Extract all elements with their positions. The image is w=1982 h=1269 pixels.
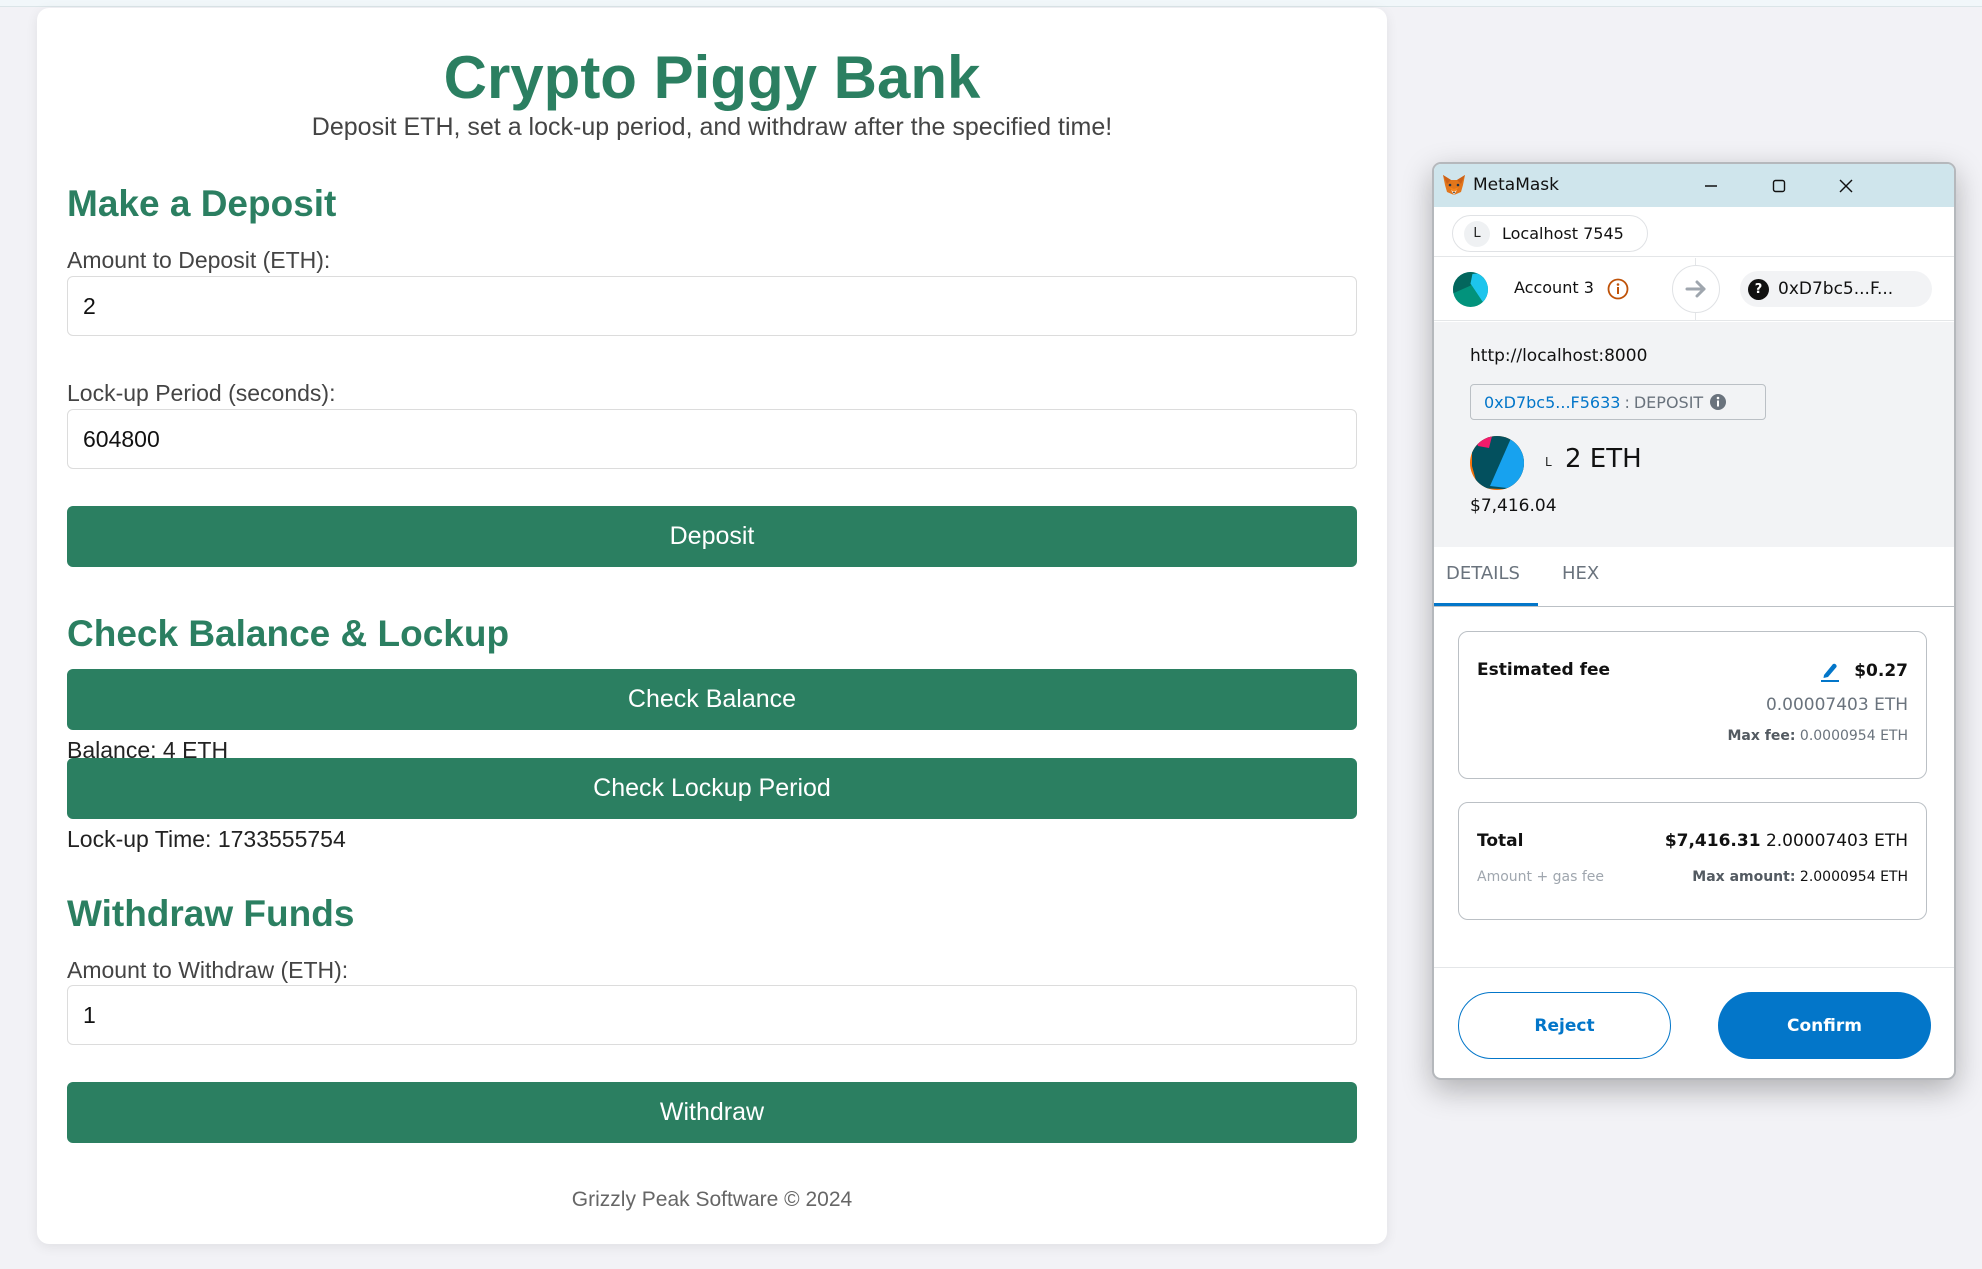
account-row: Account 3 ? 0xD7bc5...F...: [1434, 258, 1954, 321]
network-selector[interactable]: L Localhost 7545: [1452, 215, 1648, 252]
lockup-period-input[interactable]: [67, 409, 1357, 469]
deposit-amount-input[interactable]: [67, 276, 1357, 336]
metamask-titlebar[interactable]: MetaMask: [1434, 164, 1954, 207]
estimated-fee-card: Estimated fee $0.27 0.00007403 ETH Max f…: [1458, 631, 1927, 779]
withdraw-amount-input[interactable]: [67, 985, 1357, 1045]
total-sublabel: Amount + gas fee: [1477, 869, 1605, 885]
account-avatar-icon: [1453, 272, 1488, 307]
piggy-bank-card: Crypto Piggy Bank Deposit ETH, set a loc…: [37, 8, 1387, 1244]
metamask-fox-icon: [1443, 175, 1465, 195]
total-row: $7,416.31 2.00007403 ETH: [1665, 831, 1908, 851]
lockup-period-label: Lock-up Period (seconds):: [67, 380, 336, 406]
withdraw-amount-label: Amount to Withdraw (ETH):: [67, 957, 349, 983]
contract-address-link[interactable]: 0xD7bc5...F5633: [1484, 393, 1620, 412]
total-card: Total $7,416.31 2.00007403 ETH Amount + …: [1458, 802, 1927, 920]
minimize-button[interactable]: [1691, 172, 1731, 200]
max-amount-label: Max amount:: [1692, 869, 1796, 885]
metamask-window: MetaMask L Localhost 7545 Account 3 ? 0x…: [1432, 162, 1956, 1080]
page-title: Crypto Piggy Bank: [443, 44, 981, 111]
contract-avatar-icon: [1470, 436, 1524, 490]
deposit-button[interactable]: Deposit: [67, 506, 1357, 567]
check-lockup-button[interactable]: Check Lockup Period: [67, 758, 1357, 819]
lockup-result: Lock-up Time: 1733555754: [67, 826, 346, 852]
tabs: DETAILS HEX: [1434, 547, 1954, 607]
recipient-address-pill[interactable]: ? 0xD7bc5...F...: [1740, 271, 1932, 307]
max-amount-value: 2.0000954 ETH: [1799, 869, 1908, 885]
estimated-fee-label: Estimated fee: [1477, 660, 1611, 680]
metamask-footer: Reject Confirm: [1434, 967, 1954, 1078]
edit-pencil-icon[interactable]: [1820, 660, 1840, 682]
max-fee-value: 0.0000954 ETH: [1799, 728, 1908, 744]
footer-copyright: Grizzly Peak Software © 2024: [571, 1188, 853, 1211]
arrow-right-circle: [1672, 265, 1720, 313]
total-label: Total: [1477, 831, 1524, 851]
network-initial: L: [1545, 455, 1552, 469]
reject-button[interactable]: Reject: [1458, 992, 1671, 1059]
method-separator: :: [1624, 392, 1630, 412]
network-row: L Localhost 7545: [1434, 207, 1954, 257]
question-icon: ?: [1748, 278, 1769, 300]
close-icon: [1839, 179, 1853, 193]
deposit-heading: Make a Deposit: [67, 183, 337, 224]
transaction-summary: http://localhost:8000 0xD7bc5...F5633 : …: [1434, 322, 1954, 547]
page-subtitle: Deposit ETH, set a lock-up period, and w…: [311, 113, 1113, 141]
info-icon[interactable]: [1607, 278, 1629, 300]
transaction-amount: 2 ETH: [1565, 444, 1642, 474]
total-usd: $7,416.31: [1664, 831, 1761, 851]
fee-usd: $0.27: [1854, 661, 1908, 681]
arrow-right-icon: [1685, 280, 1706, 298]
info-icon[interactable]: [1709, 393, 1727, 411]
withdraw-heading: Withdraw Funds: [67, 893, 355, 934]
network-avatar: L: [1464, 220, 1490, 247]
deposit-amount-label: Amount to Deposit (ETH):: [67, 247, 331, 273]
method-name: DEPOSIT: [1633, 392, 1704, 412]
account-name: Account 3: [1514, 278, 1594, 297]
close-button[interactable]: [1826, 172, 1866, 200]
method-pill: 0xD7bc5...F5633 : DEPOSIT: [1470, 384, 1766, 420]
origin-url: http://localhost:8000: [1470, 346, 1648, 366]
max-fee-label: Max fee:: [1727, 728, 1796, 744]
max-fee-row: Max fee: 0.0000954 ETH: [1727, 728, 1908, 744]
active-tab-indicator: [1434, 603, 1538, 606]
tab-hex[interactable]: HEX: [1562, 563, 1599, 584]
recipient-address: 0xD7bc5...F...: [1778, 279, 1894, 299]
maximize-icon: [1772, 179, 1786, 193]
check-heading: Check Balance & Lockup: [67, 613, 510, 654]
withdraw-button[interactable]: Withdraw: [67, 1082, 1357, 1143]
minimize-icon: [1705, 185, 1717, 187]
network-name: Localhost 7545: [1502, 224, 1624, 243]
browser-top-strip: [0, 0, 1982, 7]
tab-details[interactable]: DETAILS: [1446, 563, 1520, 584]
transaction-usd: $7,416.04: [1470, 496, 1557, 516]
metamask-window-title: MetaMask: [1473, 175, 1559, 195]
total-eth: 2.00007403 ETH: [1765, 831, 1908, 851]
confirm-button[interactable]: Confirm: [1718, 992, 1931, 1059]
fee-usd-row: $0.27: [1820, 660, 1908, 682]
check-balance-button[interactable]: Check Balance: [67, 669, 1357, 730]
fee-eth: 0.00007403 ETH: [1765, 695, 1908, 715]
max-amount-row: Max amount: 2.0000954 ETH: [1692, 869, 1908, 885]
maximize-button[interactable]: [1759, 172, 1799, 200]
